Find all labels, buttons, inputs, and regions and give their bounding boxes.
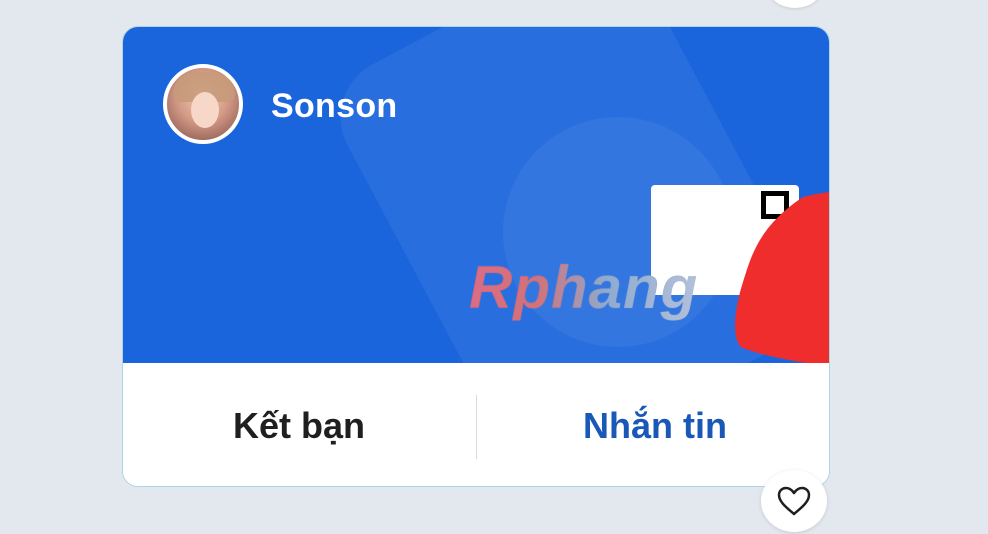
avatar[interactable] <box>163 64 243 144</box>
reaction-button-partial[interactable] <box>768 0 822 8</box>
watermark-text: Rphang <box>469 254 699 321</box>
add-friend-button[interactable]: Kết bạn <box>123 363 475 486</box>
divider <box>476 395 477 459</box>
redaction-mark <box>735 192 829 363</box>
user-name[interactable]: Sonson <box>271 87 397 126</box>
action-bar: Kết bạn Nhắn tin <box>123 363 829 486</box>
profile-card-header: Sonson Rphang <box>123 27 829 363</box>
message-button[interactable]: Nhắn tin <box>479 363 829 486</box>
heart-icon-glyph <box>777 486 811 516</box>
profile-card: Sonson Rphang Kết bạn Nhắn tin <box>122 26 830 487</box>
heart-icon[interactable] <box>761 470 827 532</box>
